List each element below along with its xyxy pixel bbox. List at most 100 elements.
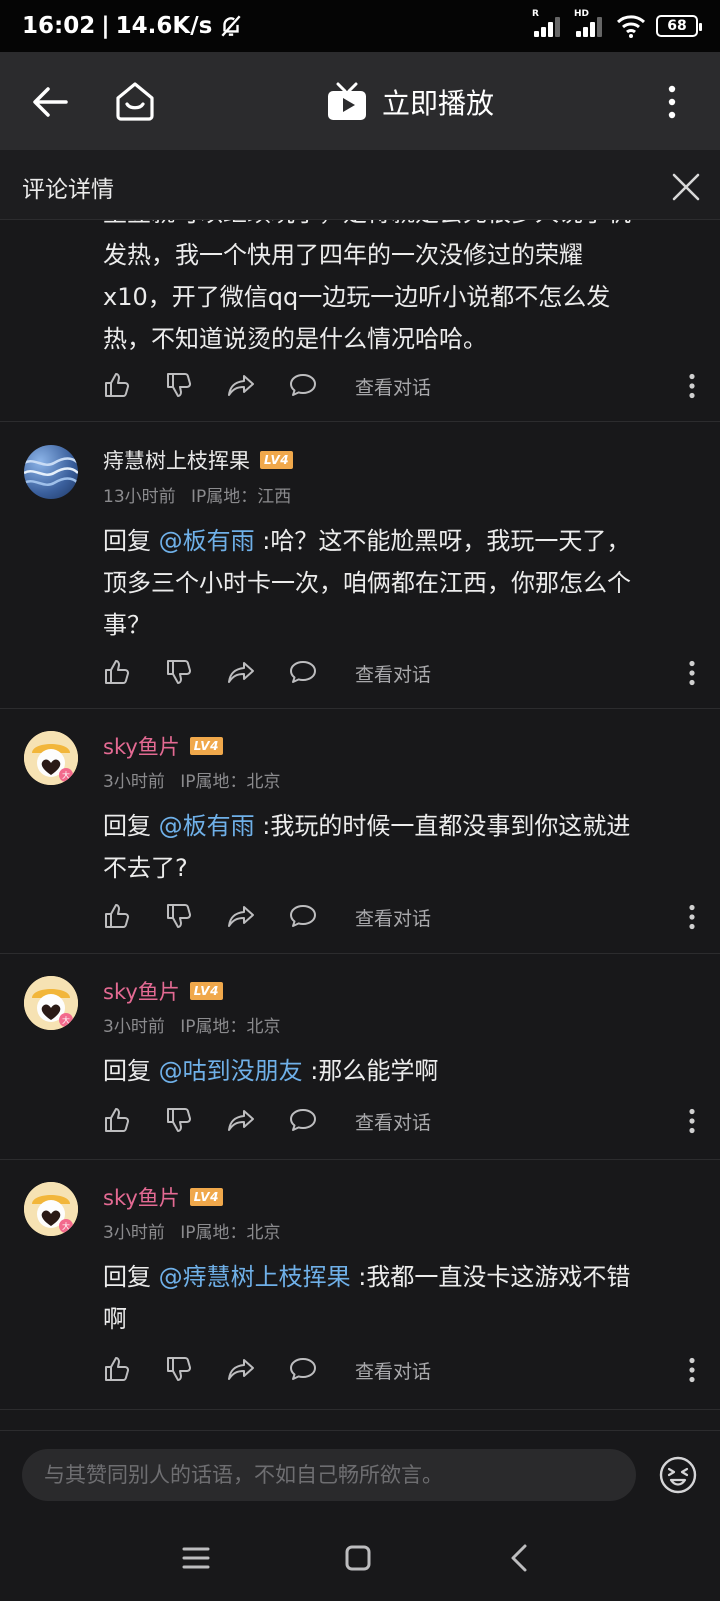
play-now-button[interactable]: 立即播放 bbox=[326, 78, 494, 126]
mention-link[interactable]: @板有雨 bbox=[159, 527, 255, 555]
duck-avatar-image: 大 bbox=[24, 976, 78, 1030]
user-row: sky鱼片 LV4 bbox=[103, 1182, 223, 1212]
comment-bubble-icon[interactable] bbox=[289, 1106, 317, 1134]
comment-text: 回复 @板有雨 :哈？这不能尬黑呀，我玩一天了， 顶多三个小时卡一次，咱俩都在江… bbox=[103, 527, 631, 639]
share-icon[interactable] bbox=[227, 1106, 255, 1134]
more-vertical-icon[interactable] bbox=[687, 660, 697, 686]
back-chevron-icon[interactable] bbox=[502, 1540, 538, 1576]
page-title: 评论详情 bbox=[22, 177, 114, 203]
svg-text:大: 大 bbox=[62, 1015, 70, 1025]
duck-avatar-image: 大 bbox=[24, 731, 78, 785]
more-vertical-icon[interactable] bbox=[687, 904, 697, 930]
comment-list[interactable]: 里豆就可以继续玩了，是得就是会先很多人说手机 发热，我一个快用了四年的一次没修过… bbox=[0, 220, 720, 1430]
thumbs-up-icon[interactable] bbox=[103, 658, 131, 686]
menu-icon[interactable] bbox=[178, 1540, 214, 1576]
mention-link[interactable]: @痔慧树上枝挥果 bbox=[159, 1263, 351, 1291]
more-vertical-icon[interactable] bbox=[687, 373, 697, 399]
username[interactable]: 痔慧树上枝挥果 bbox=[103, 445, 250, 475]
ip-location: IP属地：北京 bbox=[180, 1223, 281, 1243]
thumbs-down-icon[interactable] bbox=[165, 902, 193, 930]
comment-time: 3小时前 bbox=[103, 1017, 165, 1037]
comment-item: 大 sky鱼片 LV4 3小时前 IP属地：北京 回复 @痔慧树上枝挥果 :我都… bbox=[0, 1160, 720, 1410]
comment-bubble-icon[interactable] bbox=[289, 902, 317, 930]
mute-bell-icon bbox=[221, 15, 241, 37]
system-nav-bar bbox=[0, 1520, 720, 1601]
comment-actions: 查看对话 bbox=[103, 1106, 695, 1138]
status-time: 16:02 bbox=[22, 13, 96, 39]
thumbs-down-icon[interactable] bbox=[165, 1106, 193, 1134]
ip-location: IP属地：江西 bbox=[191, 487, 292, 507]
home-square-icon[interactable] bbox=[340, 1540, 376, 1576]
thumbs-up-icon[interactable] bbox=[103, 1106, 131, 1134]
username[interactable]: sky鱼片 bbox=[103, 976, 180, 1006]
avatar[interactable]: 大 bbox=[24, 1182, 78, 1236]
share-icon[interactable] bbox=[227, 371, 255, 399]
user-row: sky鱼片 LV4 bbox=[103, 976, 223, 1006]
signal-icon: R bbox=[532, 9, 564, 37]
comment-text: 回复 @痔慧树上枝挥果 :我都一直没卡这游戏不错 啊 bbox=[103, 1263, 631, 1333]
thumbs-up-icon[interactable] bbox=[103, 1355, 131, 1383]
view-conversation-link[interactable]: 查看对话 bbox=[355, 904, 431, 931]
share-icon[interactable] bbox=[227, 658, 255, 686]
comment-item: 大 sky鱼片 LV4 3小时前 IP属地：北京 回复 @咕到没朋友 :那么能学… bbox=[0, 954, 720, 1160]
comment-item: 大 sky鱼片 LV4 3小时前 IP属地：北京 回复 @板有雨 :我玩的时候一… bbox=[0, 709, 720, 954]
back-arrow-icon[interactable] bbox=[30, 82, 70, 122]
signal-hd-icon: HD bbox=[574, 9, 606, 37]
comment-item: 痔慧树上枝挥果 LV4 13小时前 IP属地：江西 回复 @板有雨 :哈？这不能… bbox=[0, 422, 720, 709]
svg-text:大: 大 bbox=[62, 1221, 70, 1231]
username[interactable]: sky鱼片 bbox=[103, 731, 180, 761]
comment-text: 回复 @板有雨 :我玩的时候一直都没事到你这就进 不去了? bbox=[103, 812, 631, 882]
level-badge: LV4 bbox=[189, 1188, 223, 1206]
comment-actions: 查看对话 bbox=[103, 1355, 695, 1387]
comment-text: 里豆就可以继续玩了，是得就是会先很多人说手机 发热，我一个快用了四年的一次没修过… bbox=[103, 220, 631, 353]
share-icon[interactable] bbox=[227, 902, 255, 930]
more-vertical-icon[interactable] bbox=[687, 1108, 697, 1134]
thumbs-down-icon[interactable] bbox=[165, 658, 193, 686]
comment-text: 回复 @咕到没朋友 :那么能学啊 bbox=[103, 1057, 439, 1085]
battery-icon: 68 bbox=[656, 15, 702, 37]
comment-meta: 3小时前 IP属地：北京 bbox=[103, 1012, 281, 1037]
ip-location: IP属地：北京 bbox=[180, 772, 281, 792]
share-icon[interactable] bbox=[227, 1355, 255, 1383]
comment-time: 13小时前 bbox=[103, 487, 176, 507]
status-divider: | bbox=[101, 13, 110, 39]
avatar[interactable] bbox=[24, 445, 78, 499]
view-conversation-link[interactable]: 查看对话 bbox=[355, 1108, 431, 1135]
top-nav: 立即播放 bbox=[0, 52, 720, 150]
more-vertical-icon[interactable] bbox=[687, 1357, 697, 1383]
comment-bubble-icon[interactable] bbox=[289, 1355, 317, 1383]
comment-meta: 3小时前 IP属地：北京 bbox=[103, 1218, 281, 1243]
svg-text:大: 大 bbox=[62, 770, 70, 780]
comment-meta: 3小时前 IP属地：北京 bbox=[103, 767, 281, 792]
more-vertical-icon[interactable] bbox=[664, 84, 680, 120]
view-conversation-link[interactable]: 查看对话 bbox=[355, 1357, 431, 1384]
comment-time: 3小时前 bbox=[103, 772, 165, 792]
wifi-icon bbox=[616, 15, 646, 38]
ip-location: IP属地：北京 bbox=[180, 1017, 281, 1037]
comment-meta: 13小时前 IP属地：江西 bbox=[103, 482, 291, 507]
thumbs-up-icon[interactable] bbox=[103, 371, 131, 399]
comment-bubble-icon[interactable] bbox=[289, 371, 317, 399]
level-badge: LV4 bbox=[189, 737, 223, 755]
thumbs-down-icon[interactable] bbox=[165, 1355, 193, 1383]
view-conversation-link[interactable]: 查看对话 bbox=[355, 373, 431, 400]
comment-time: 3小时前 bbox=[103, 1223, 165, 1243]
username[interactable]: sky鱼片 bbox=[103, 1182, 180, 1212]
reply-input[interactable] bbox=[22, 1449, 636, 1501]
view-conversation-link[interactable]: 查看对话 bbox=[355, 660, 431, 687]
status-right: R HD 68 bbox=[532, 9, 702, 38]
mention-link[interactable]: @咕到没朋友 bbox=[159, 1057, 303, 1085]
user-row: sky鱼片 LV4 bbox=[103, 731, 223, 761]
comment-actions: 查看对话 bbox=[103, 902, 695, 934]
comment-bubble-icon[interactable] bbox=[289, 658, 317, 686]
close-icon[interactable] bbox=[671, 172, 701, 202]
emoji-icon[interactable] bbox=[658, 1455, 698, 1495]
thumbs-down-icon[interactable] bbox=[165, 371, 193, 399]
mention-link[interactable]: @板有雨 bbox=[159, 812, 255, 840]
avatar[interactable]: 大 bbox=[24, 731, 78, 785]
avatar[interactable]: 大 bbox=[24, 976, 78, 1030]
avatar-pattern bbox=[24, 457, 78, 486]
home-icon[interactable] bbox=[112, 78, 158, 124]
thumbs-up-icon[interactable] bbox=[103, 902, 131, 930]
comment-item: 里豆就可以继续玩了，是得就是会先很多人说手机 发热，我一个快用了四年的一次没修过… bbox=[0, 220, 720, 422]
